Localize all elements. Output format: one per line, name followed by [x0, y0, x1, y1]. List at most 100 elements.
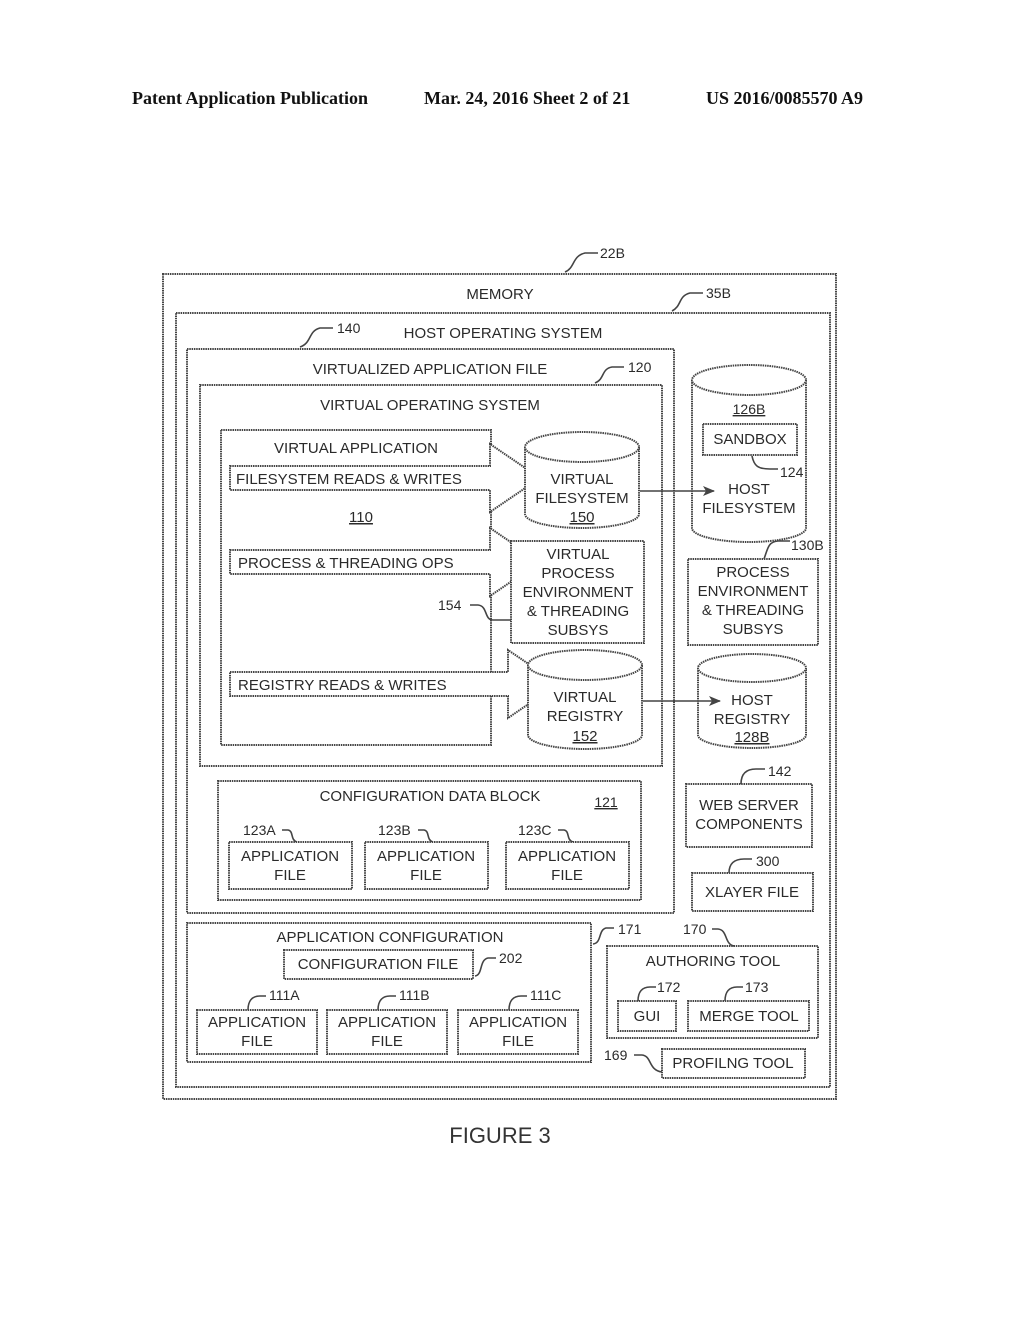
config-app-file-1-line2: FILE — [274, 867, 306, 884]
virtualized-app-file-label: VIRTUALIZED APPLICATION FILE — [313, 361, 548, 378]
host-filesystem-label-1: HOST — [728, 481, 770, 498]
host-process-line-3: & THREADING — [702, 602, 804, 619]
config-file-ref: 202 — [499, 950, 523, 966]
app-config-file-1-line2: FILE — [241, 1033, 273, 1050]
config-data-block-label: CONFIGURATION DATA BLOCK — [320, 788, 541, 805]
virtual-app-ref: 110 — [349, 509, 373, 526]
memory-ref: 22B — [600, 245, 625, 261]
config-app-file-1-leader — [282, 829, 298, 843]
app-config-file-3-leader — [508, 995, 527, 1011]
host-registry-label-1: HOST — [731, 692, 773, 709]
authoring-tool-ref-leader — [712, 928, 735, 947]
virtual-os-ref: 120 — [628, 359, 652, 375]
host-process-line-2: ENVIRONMENT — [698, 583, 809, 600]
virtual-process-line-4: & THREADING — [527, 603, 629, 620]
app-config-ref: 171 — [618, 921, 642, 937]
config-app-file-2-ref: 123B — [378, 822, 411, 838]
web-server-ref-leader — [740, 768, 765, 785]
memory-label: MEMORY — [466, 286, 533, 303]
web-server-ref: 142 — [768, 763, 792, 779]
virtual-filesystem-label-2: FILESYSTEM — [535, 490, 628, 507]
merge-tool-ref: 173 — [745, 979, 769, 995]
profiling-tool-ref: 169 — [604, 1047, 628, 1063]
app-config-file-1-leader — [247, 995, 266, 1011]
host-os-label: HOST OPERATING SYSTEM — [404, 325, 603, 342]
app-config-label: APPLICATION CONFIGURATION — [277, 929, 504, 946]
app-config-file-2-line1: APPLICATION — [338, 1014, 436, 1031]
virtualized-app-file-ref-leader — [299, 327, 333, 348]
gui-label: GUI — [634, 1008, 661, 1025]
virtualized-app-file-ref: 140 — [337, 320, 361, 336]
app-config-file-3-line2: FILE — [502, 1033, 534, 1050]
sandbox-label: SANDBOX — [713, 431, 786, 448]
config-app-file-3-line2: FILE — [551, 867, 583, 884]
figure-caption: FIGURE 3 — [449, 1123, 550, 1148]
config-app-file-3-line1: APPLICATION — [518, 848, 616, 865]
virtual-process-line-5: SUBSYS — [548, 622, 609, 639]
app-config-file-2-ref: 111B — [399, 987, 430, 1003]
app-config-file-2-line2: FILE — [371, 1033, 403, 1050]
process-arrow-label: PROCESS & THREADING OPS — [238, 555, 454, 572]
registry-arrow-label: REGISTRY READS & WRITES — [238, 677, 447, 694]
config-app-file-2-leader — [418, 829, 434, 843]
config-app-file-1: 123A APPLICATION FILE — [228, 822, 353, 890]
memory-ref-leader — [564, 252, 598, 273]
virtual-process-line-2: PROCESS — [541, 565, 614, 582]
virtual-app-label: VIRTUAL APPLICATION — [274, 440, 438, 457]
virtual-registry-label-1: VIRTUAL — [553, 689, 616, 706]
host-os-ref: 35B — [706, 285, 731, 301]
config-app-file-1-ref: 123A — [243, 822, 276, 838]
app-config-file-1-line1: APPLICATION — [208, 1014, 306, 1031]
xlayer-label: XLAYER FILE — [705, 884, 799, 901]
virtual-registry-label-2: REGISTRY — [547, 708, 623, 725]
virtual-filesystem-label-1: VIRTUAL — [550, 471, 613, 488]
virtual-process-ref: 154 — [438, 597, 462, 613]
config-app-file-2: 123B APPLICATION FILE — [364, 822, 489, 890]
profiling-tool-ref-leader — [634, 1054, 663, 1073]
gui-ref: 172 — [657, 979, 681, 995]
config-app-file-2-line1: APPLICATION — [377, 848, 475, 865]
config-app-file-2-line2: FILE — [410, 867, 442, 884]
config-app-file-3-ref: 123C — [518, 822, 551, 838]
figure-3-diagram: MEMORY 22B HOST OPERATING SYSTEM 35B VIR… — [162, 245, 837, 1148]
host-process-line-1: PROCESS — [716, 564, 789, 581]
host-filesystem-ref: 126B — [733, 401, 766, 417]
host-filesystem-label-2: FILESYSTEM — [702, 500, 795, 517]
app-config-ref-leader — [592, 927, 614, 945]
sandbox-ref: 124 — [780, 464, 804, 480]
virtual-process-line-3: ENVIRONMENT — [523, 584, 634, 601]
virtual-registry-ref: 152 — [572, 728, 597, 745]
app-config-file-1-ref: 111A — [269, 987, 300, 1003]
host-process-ref: 130B — [791, 537, 824, 553]
app-config-file-2: 111B APPLICATION FILE — [326, 987, 448, 1055]
profiling-tool-label: PROFILNG TOOL — [672, 1055, 793, 1072]
merge-tool-label: MERGE TOOL — [699, 1008, 798, 1025]
virtual-filesystem-ref: 150 — [569, 509, 594, 526]
config-file-label: CONFIGURATION FILE — [298, 956, 459, 973]
xlayer-ref-leader — [728, 858, 752, 874]
filesystem-arrow-label: FILESYSTEM READS & WRITES — [236, 471, 462, 488]
authoring-tool-ref: 170 — [683, 921, 707, 937]
gui-ref-leader — [637, 986, 656, 1002]
host-registry-label-2: REGISTRY — [714, 711, 790, 728]
config-app-file-1-line1: APPLICATION — [241, 848, 339, 865]
app-config-file-2-leader — [377, 995, 396, 1011]
host-process-ref-leader — [763, 540, 790, 560]
config-app-file-3: 123C APPLICATION FILE — [505, 822, 630, 890]
app-config-file-3: 111C APPLICATION FILE — [457, 987, 579, 1055]
virtual-os-label: VIRTUAL OPERATING SYSTEM — [320, 397, 540, 414]
app-config-file-3-ref: 111C — [530, 987, 561, 1003]
xlayer-ref: 300 — [756, 853, 780, 869]
config-app-file-3-leader — [558, 829, 574, 843]
merge-tool-ref-leader — [724, 986, 743, 1002]
virtual-process-line-1: VIRTUAL — [546, 546, 609, 563]
web-server-label-2: COMPONENTS — [695, 816, 803, 833]
app-config-file-3-line1: APPLICATION — [469, 1014, 567, 1031]
web-server-label-1: WEB SERVER — [699, 797, 799, 814]
host-os-ref-leader — [671, 292, 703, 312]
authoring-tool-label: AUTHORING TOOL — [646, 953, 780, 970]
host-registry-ref: 128B — [734, 729, 769, 746]
config-data-block-ref: 121 — [594, 794, 618, 810]
host-process-line-4: SUBSYS — [723, 621, 784, 638]
app-config-file-1: 111A APPLICATION FILE — [196, 987, 318, 1055]
